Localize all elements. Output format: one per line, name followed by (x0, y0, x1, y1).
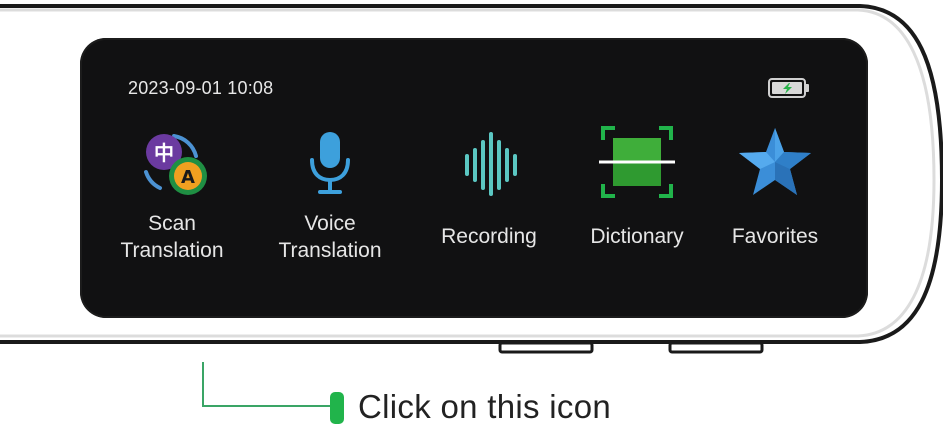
callout-marker (330, 392, 344, 424)
callout-text: Click on this icon (358, 388, 611, 425)
callout-connector (202, 362, 344, 424)
page: 2023-09-01 10:08 中 A Scan Translation Vo… (0, 0, 943, 429)
